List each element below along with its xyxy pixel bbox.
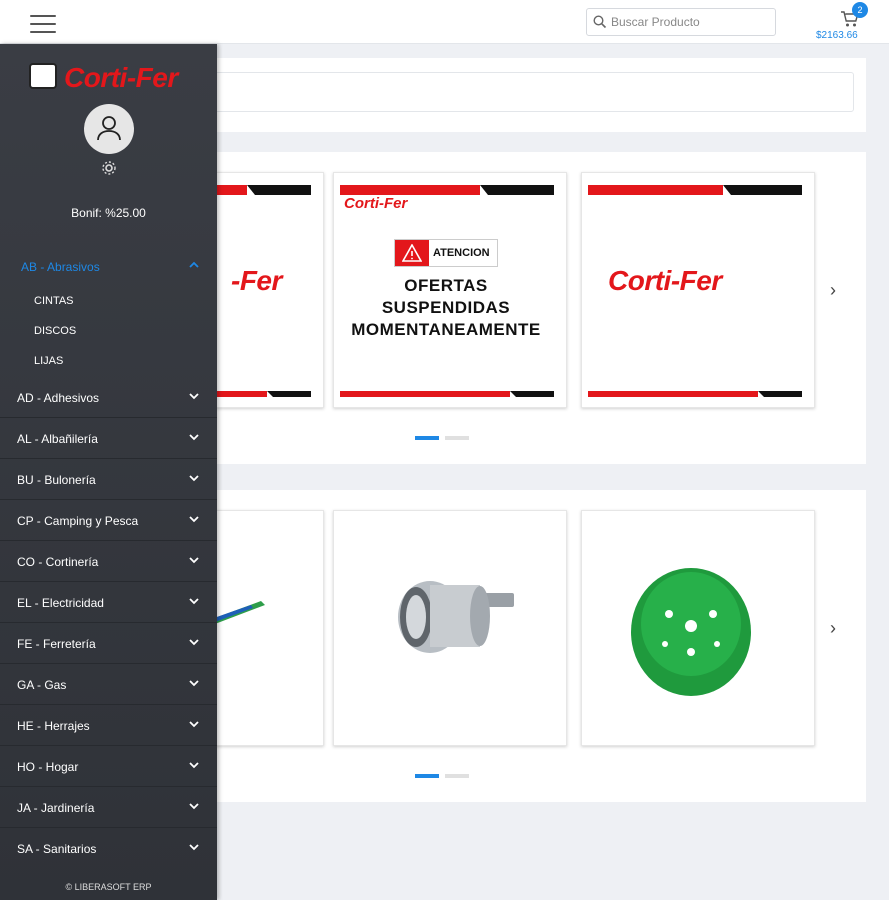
category-label: FE - Ferretería	[17, 637, 96, 651]
category-electricidad[interactable]: EL - Electricidad	[0, 583, 217, 623]
subcategory-cintas[interactable]: CINTAS	[34, 295, 74, 307]
category-label: HE - Herrajes	[17, 719, 90, 733]
product-card-bi-metal-hole-saw[interactable]	[581, 510, 815, 746]
banner-stripe	[588, 185, 802, 195]
pagination-dot[interactable]	[415, 774, 439, 778]
subcategory-lijas[interactable]: LIJAS	[34, 355, 63, 367]
category-label: AB - Abrasivos	[21, 260, 100, 274]
category-jardineria[interactable]: JA - Jardinería	[0, 788, 217, 828]
chevron-down-icon	[189, 516, 199, 523]
category-abrasivos[interactable]: AB - Abrasivos	[0, 247, 217, 287]
offer-message: OFERTAS SUSPENDIDAS MOMENTANEAMENTE	[334, 275, 558, 341]
category-label: BU - Bulonería	[17, 473, 96, 487]
brand-logo-large: Corti-Fer	[608, 265, 722, 296]
warning-icon	[402, 244, 422, 262]
offer-line: MOMENTANEAMENTE	[351, 320, 541, 339]
category-adhesivos[interactable]: AD - Adhesivos	[0, 378, 217, 418]
cart-total: $2163.66	[816, 30, 858, 41]
green-hole-saw-image	[631, 568, 751, 696]
category-label: JA - Jardinería	[17, 801, 95, 815]
category-label: CP - Camping y Pesca	[17, 514, 139, 528]
pagination-dot[interactable]	[415, 436, 439, 440]
brand-logo-small: Corti-Fer	[344, 195, 408, 212]
chevron-down-icon	[189, 721, 199, 728]
chevron-down-icon	[189, 762, 199, 769]
brand-logo: Corti-Fer	[64, 62, 178, 93]
banner-stripe-bottom	[588, 391, 802, 397]
category-label: CO - Cortinería	[17, 555, 99, 569]
diamond-hole-saw-image	[398, 581, 514, 653]
pagination-dot[interactable]	[445, 436, 469, 440]
search-input[interactable]	[611, 12, 771, 32]
category-label: EL - Electricidad	[17, 596, 104, 610]
product-card-hole-saw-diamond[interactable]	[333, 510, 567, 746]
chevron-down-icon	[189, 598, 199, 605]
chevron-down-icon	[189, 844, 199, 851]
chevron-down-icon	[189, 803, 199, 810]
category-ferreteria[interactable]: FE - Ferretería	[0, 624, 217, 664]
alert-badge: ATENCION	[394, 239, 498, 267]
chevron-down-icon	[189, 393, 199, 400]
category-gas[interactable]: GA - Gas	[0, 665, 217, 705]
alert-label: ATENCION	[433, 247, 490, 259]
menu-icon[interactable]	[30, 15, 56, 35]
category-buloneria[interactable]: BU - Bulonería	[0, 460, 217, 500]
carousel-card-brand[interactable]: Corti-Fer	[581, 172, 815, 408]
offer-line: OFERTAS	[404, 276, 488, 295]
top-bar: 2 $2163.66	[0, 0, 889, 44]
chevron-down-icon	[189, 680, 199, 687]
cart-button[interactable]: 2 $2163.66	[816, 2, 876, 42]
bonification-text: Bonif: %25.00	[71, 206, 146, 220]
subcategory-discos[interactable]: DISCOS	[34, 325, 76, 337]
main-search-field[interactable]	[214, 72, 854, 112]
settings-gear-icon[interactable]	[101, 160, 117, 181]
category-label: AL - Albañilería	[17, 432, 98, 446]
brand-logo-partial: -Fer	[231, 265, 282, 296]
chevron-down-icon	[189, 639, 199, 646]
search-panel	[200, 58, 866, 132]
cart-count-badge: 2	[852, 2, 868, 18]
carousel-pagination	[415, 427, 475, 440]
chevron-up-icon	[189, 261, 199, 268]
category-camping-pesca[interactable]: CP - Camping y Pesca	[0, 501, 217, 541]
banner-stripe	[340, 185, 554, 195]
avatar[interactable]	[84, 104, 134, 154]
sidebar-footer: © LIBERASOFT ERP	[65, 882, 152, 892]
category-label: AD - Adhesivos	[17, 391, 100, 405]
category-herrajes[interactable]: HE - Herrajes	[0, 706, 217, 746]
offer-line: SUSPENDIDAS	[381, 298, 511, 317]
products-carousel: ›	[90, 490, 866, 802]
category-albanileria[interactable]: AL - Albañilería	[0, 419, 217, 459]
category-label: SA - Sanitarios	[17, 842, 97, 856]
user-icon	[97, 116, 121, 141]
next-arrow-icon[interactable]: ›	[830, 280, 836, 301]
sidebar: Corti-Fer Bonif: %25.00 AB - Abrasivos C…	[0, 44, 217, 900]
category-sanitarios[interactable]: SA - Sanitarios	[0, 829, 217, 869]
category-label: HO - Hogar	[17, 760, 79, 774]
brand-logo-mark	[29, 63, 57, 89]
banner-stripe-bottom	[340, 391, 554, 397]
carousel-card-offer[interactable]: Corti-Fer ATENCION OFERTAS SUSPENDIDAS M…	[333, 172, 567, 408]
carousel-pagination	[415, 765, 475, 778]
search-box[interactable]	[586, 8, 776, 36]
pagination-dot[interactable]	[445, 774, 469, 778]
chevron-down-icon	[189, 475, 199, 482]
category-hogar[interactable]: HO - Hogar	[0, 747, 217, 787]
chevron-down-icon	[189, 434, 199, 441]
category-label: GA - Gas	[17, 678, 67, 692]
next-arrow-icon[interactable]: ›	[830, 618, 836, 639]
category-cortineria[interactable]: CO - Cortinería	[0, 542, 217, 582]
chevron-down-icon	[189, 557, 199, 564]
offers-carousel: -Fer Corti-Fer ATENCION OFERTAS SUSPENDI…	[90, 152, 866, 464]
search-icon	[593, 15, 607, 29]
